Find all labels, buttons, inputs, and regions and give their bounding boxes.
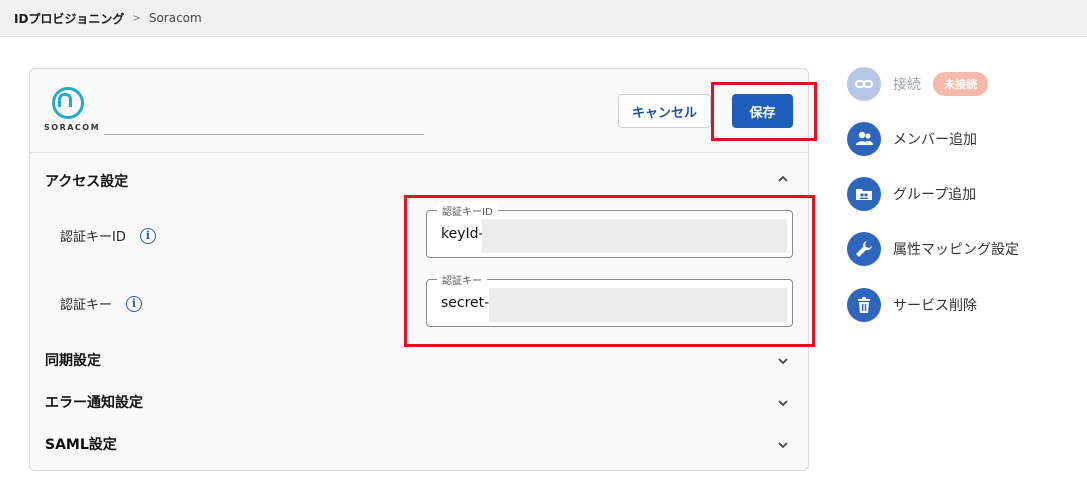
credential-fields-highlight xyxy=(404,195,815,347)
field-label-secret-text: 認証キー xyxy=(60,298,113,313)
add-group-icon xyxy=(847,177,881,211)
logo-mark-icon xyxy=(58,93,72,107)
field-label-key-id: 認証キーID i xyxy=(60,226,156,245)
link-icon xyxy=(847,67,881,101)
chevron-up-icon[interactable] xyxy=(776,172,790,186)
cancel-button[interactable]: キャンセル xyxy=(618,94,711,128)
breadcrumb-separator: > xyxy=(132,12,141,24)
side-menu-add-group[interactable]: グループ追加 xyxy=(847,177,976,211)
chevron-down-icon[interactable] xyxy=(776,354,790,368)
field-label-secret: 認証キー i xyxy=(60,294,143,313)
side-menu-delete-service[interactable]: サービス削除 xyxy=(847,288,977,322)
side-menu-label: サービス削除 xyxy=(893,298,977,314)
card-header: SORACOM キャンセル 保存 xyxy=(30,69,808,153)
info-icon[interactable]: i xyxy=(139,227,156,244)
trash-icon xyxy=(847,288,881,322)
side-menu-connect[interactable]: 接続 未接続 xyxy=(847,67,988,101)
wrench-icon xyxy=(847,232,881,266)
side-menu-add-member[interactable]: メンバー追加 xyxy=(847,122,977,156)
side-menu-attribute-mapping[interactable]: 属性マッピング設定 xyxy=(847,232,1019,266)
chevron-down-icon[interactable] xyxy=(776,438,790,452)
breadcrumb-root-link[interactable]: IDプロビジョニング xyxy=(14,10,124,27)
section-title-sync[interactable]: 同期設定 xyxy=(45,350,101,370)
breadcrumb-current: Soracom xyxy=(148,11,202,25)
logo-text: SORACOM xyxy=(44,123,101,132)
section-title-access[interactable]: アクセス設定 xyxy=(45,171,128,191)
side-menu-label: 接続 xyxy=(893,77,921,93)
side-menu-label: グループ追加 xyxy=(893,187,977,203)
side-menu-label: メンバー追加 xyxy=(893,132,977,148)
breadcrumb: IDプロビジョニング > Soracom xyxy=(0,0,1087,37)
section-title-error-notify[interactable]: エラー通知設定 xyxy=(45,392,143,412)
service-name-input[interactable] xyxy=(104,134,424,135)
info-icon[interactable]: i xyxy=(126,295,143,312)
add-member-icon xyxy=(847,122,881,156)
chevron-down-icon[interactable] xyxy=(776,396,790,410)
section-title-saml[interactable]: SAML設定 xyxy=(45,434,117,454)
soracom-logo: SORACOM xyxy=(44,87,99,135)
field-label-key-id-text: 認証キーID xyxy=(60,230,126,245)
save-button-highlight xyxy=(711,82,817,141)
side-menu-label: 属性マッピング設定 xyxy=(893,242,1019,258)
status-badge: 未接続 xyxy=(933,72,988,96)
